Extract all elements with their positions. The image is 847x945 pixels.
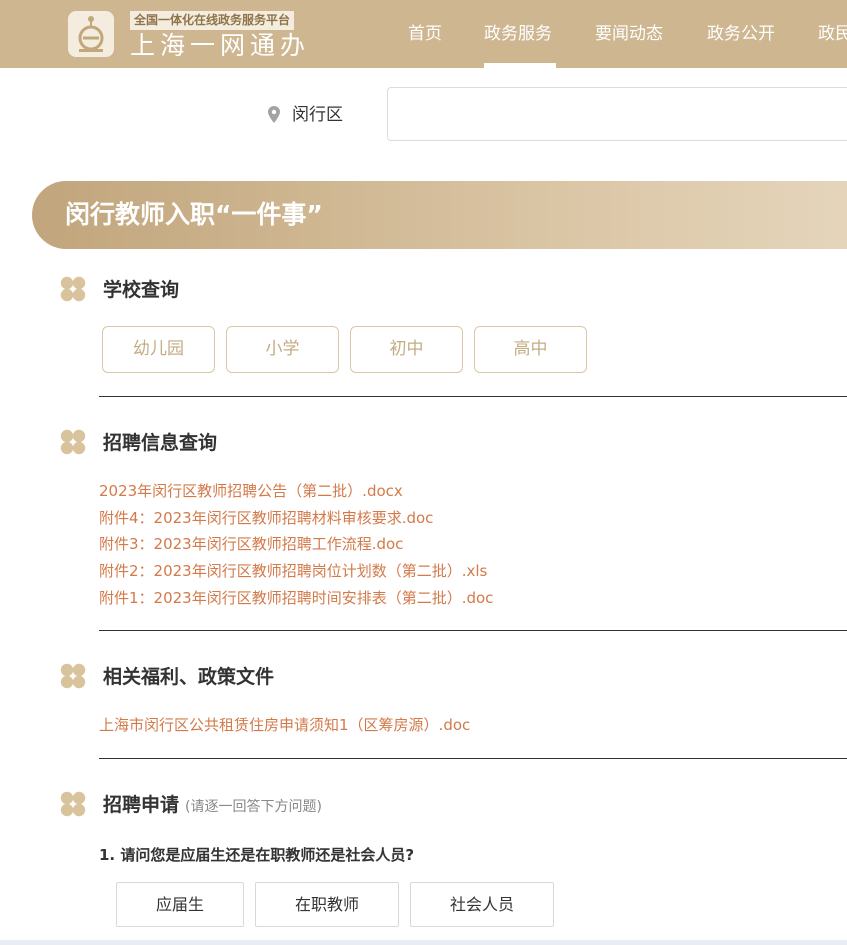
section-divider — [99, 630, 847, 631]
doc-link-attachment-2[interactable]: 附件2：2023年闵行区教师招聘岗位计划数（第二批）.xls — [99, 561, 487, 581]
doc-link-attachment-1[interactable]: 附件1：2023年闵行区教师招聘时间安排表（第二批）.doc — [99, 588, 493, 608]
search-input[interactable] — [387, 87, 847, 141]
nav-item-gov-services[interactable]: 政务服务 — [484, 22, 552, 46]
answer-button-graduate[interactable]: 应届生 — [116, 882, 244, 927]
section-title-recruit-info: 招聘信息查询 — [103, 432, 218, 454]
logo-subtitle: 全国一体化在线政务服务平台 — [130, 11, 295, 30]
district-selector[interactable]: 闵行区 — [292, 103, 343, 127]
clover-icon — [60, 791, 86, 817]
school-button-kindergarten[interactable]: 幼儿园 — [102, 326, 215, 373]
location-pin-icon[interactable] — [268, 106, 280, 123]
logo-title[interactable]: 上海一网通办 — [130, 31, 310, 61]
page-title: 闵行教师入职“一件事” — [65, 200, 323, 229]
nav-active-indicator — [484, 63, 556, 68]
nav-item-citizen[interactable]: 政民 — [818, 22, 847, 46]
top-header: 全国一体化在线政务服务平台 上海一网通办 首页 政务服务 要闻动态 政务公开 政… — [0, 0, 847, 68]
section-title-apply-text: 招聘申请 — [103, 794, 180, 816]
nav-item-news[interactable]: 要闻动态 — [595, 22, 663, 46]
question-text: 1. 请问您是应届生还是在职教师还是社会人员? — [99, 846, 415, 864]
nav-item-gov-affairs[interactable]: 政务公开 — [707, 22, 775, 46]
answer-button-social-personnel[interactable]: 社会人员 — [410, 882, 554, 927]
doc-link-attachment-3[interactable]: 附件3：2023年闵行区教师招聘工作流程.doc — [99, 534, 403, 554]
answer-button-in-service-teacher[interactable]: 在职教师 — [255, 882, 399, 927]
doc-link-public-housing[interactable]: 上海市闵行区公共租赁住房申请须知1（区筹房源）.doc — [99, 715, 470, 735]
site-logo-icon[interactable] — [68, 11, 114, 57]
school-button-primary[interactable]: 小学 — [226, 326, 339, 373]
nav-item-home[interactable]: 首页 — [408, 22, 442, 46]
clover-icon — [60, 663, 86, 689]
section-divider — [99, 758, 847, 759]
school-button-senior-high[interactable]: 高中 — [474, 326, 587, 373]
doc-link-recruit-notice[interactable]: 2023年闵行区教师招聘公告（第二批）.docx — [99, 481, 403, 501]
school-button-junior-high[interactable]: 初中 — [350, 326, 463, 373]
section-divider — [99, 396, 847, 397]
doc-link-attachment-4[interactable]: 附件4：2023年闵行区教师招聘材料审核要求.doc — [99, 508, 433, 528]
section-title-school-query: 学校查询 — [103, 279, 180, 301]
clover-icon — [60, 429, 86, 455]
clover-icon — [60, 276, 86, 302]
section-title-welfare: 相关福利、政策文件 — [103, 666, 275, 688]
section-hint: (请逐一回答下方问题) — [185, 799, 322, 815]
bottom-scroll-strip — [0, 940, 847, 945]
section-title-apply: 招聘申请 (请逐一回答下方问题) — [103, 792, 322, 820]
